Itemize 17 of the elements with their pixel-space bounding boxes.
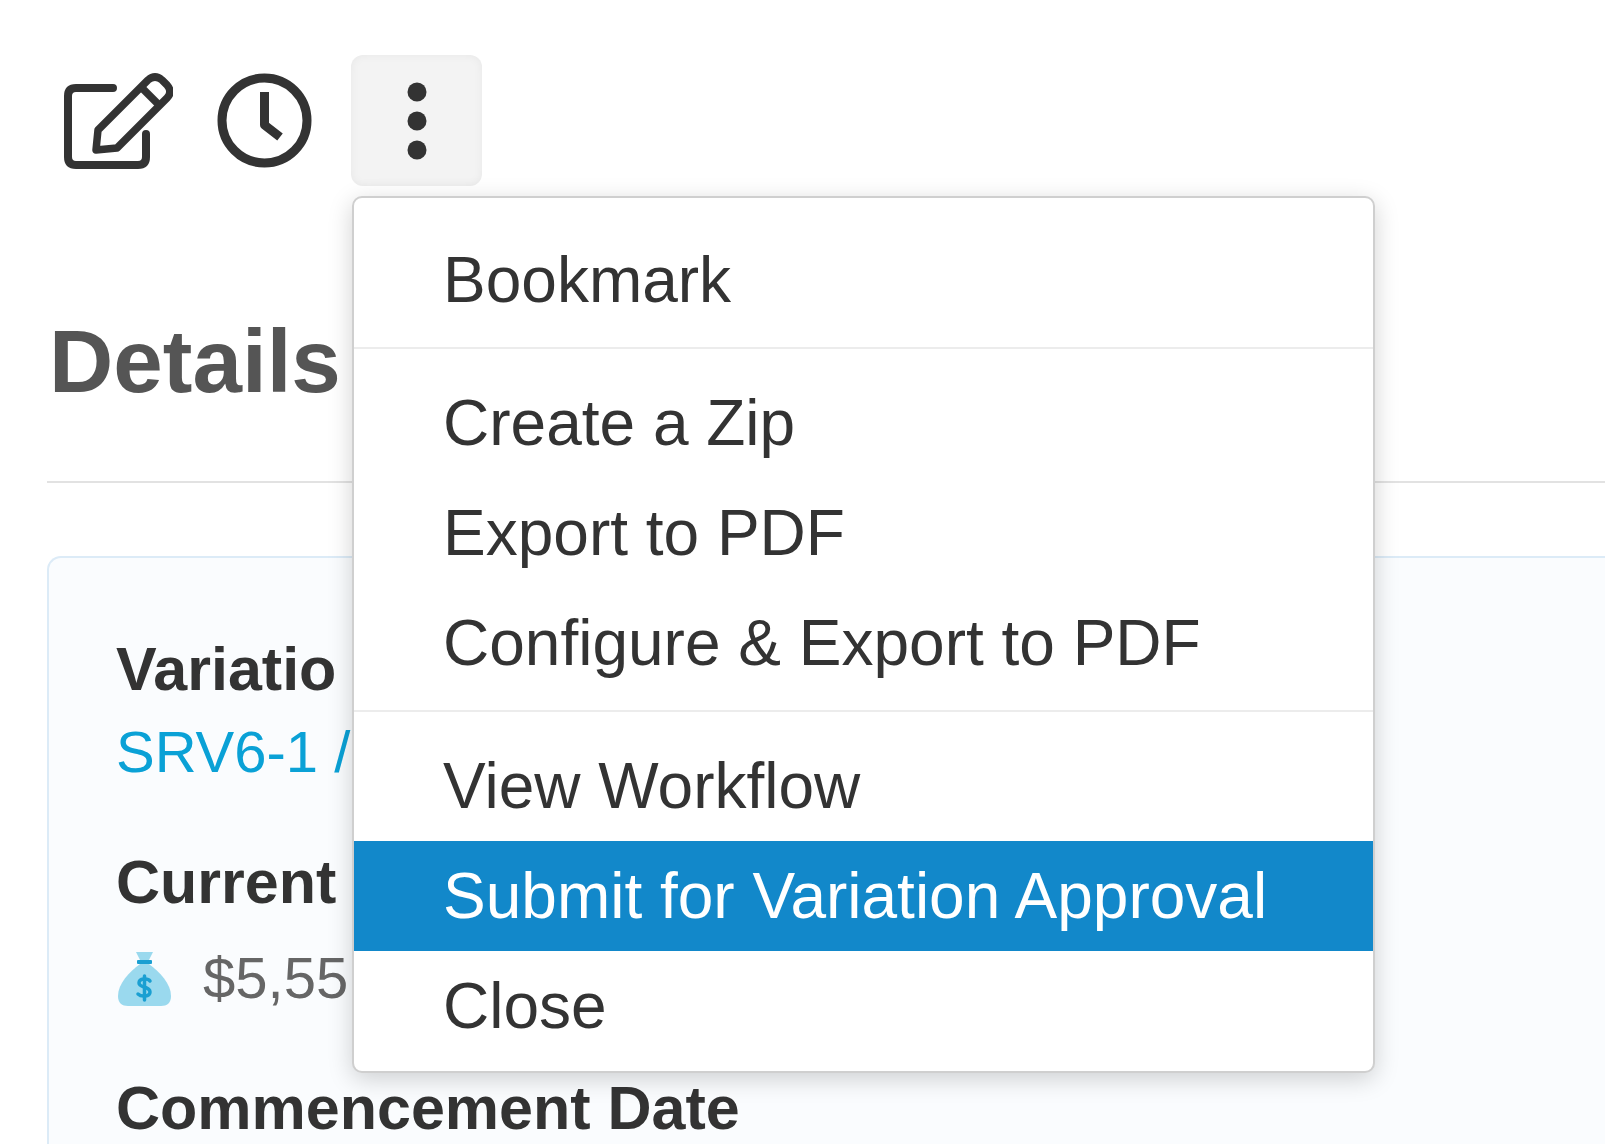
menu-item[interactable]: Configure & Export to PDF [354,588,1373,698]
menu-item[interactable]: Export to PDF [354,478,1373,588]
menu-item[interactable]: Bookmark [354,225,1373,335]
page-title: Details [49,317,341,406]
menu-item[interactable]: Close [354,951,1373,1061]
edit-icon[interactable] [63,71,173,170]
amount-text: $5,55 [203,949,349,1007]
menu-item[interactable]: View Workflow [354,731,1373,841]
field-label: Current [116,852,337,913]
field-label: Variatio [116,639,337,700]
field-label: Commencement Date [116,1078,740,1139]
more-options-button[interactable] [351,55,482,186]
menu-item[interactable]: Create a Zip [354,368,1373,478]
clock-icon[interactable] [217,73,312,168]
money-bag-icon [116,949,173,1007]
menu-item[interactable]: Submit for Variation Approval [354,841,1373,951]
three-dots-icon [406,81,427,160]
